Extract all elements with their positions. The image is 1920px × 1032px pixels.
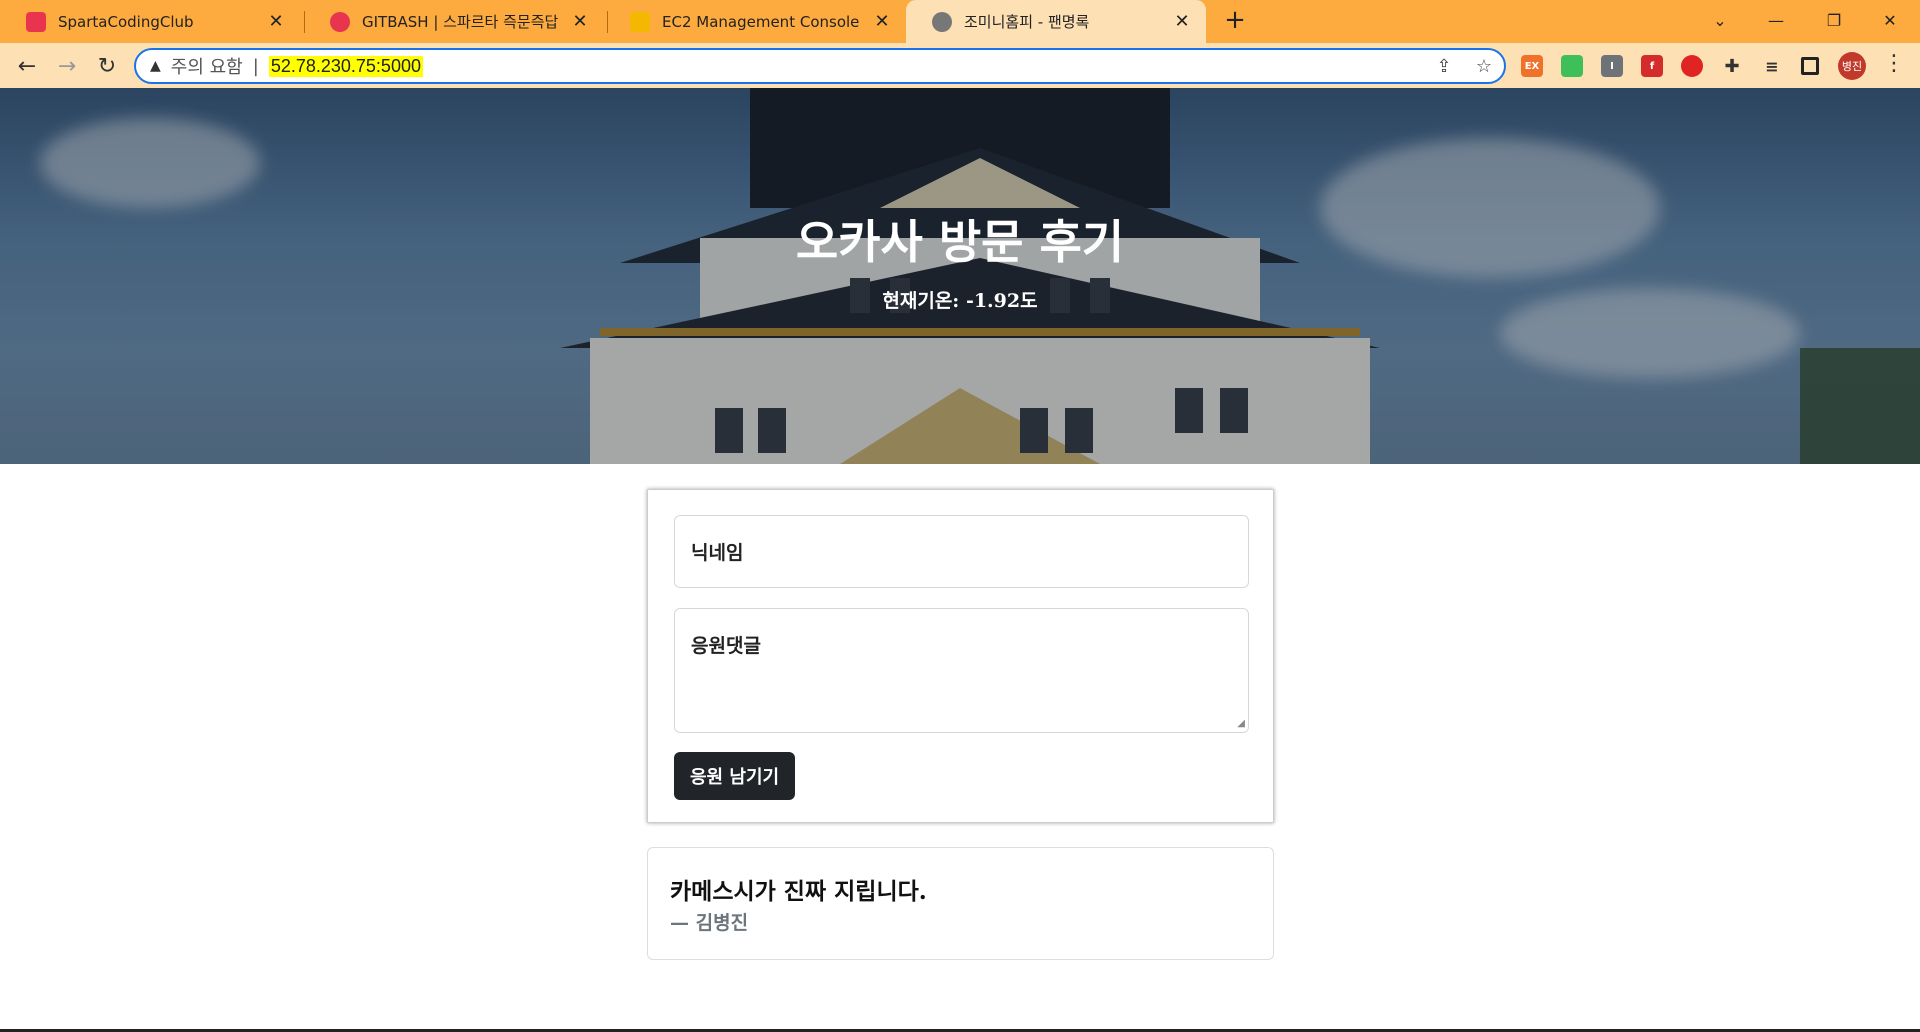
- separator: |: [252, 55, 259, 77]
- hero-overlay: [0, 88, 1920, 464]
- close-icon[interactable]: ✕: [1172, 11, 1192, 32]
- temperature-text: 현재기온: -1.92도: [882, 290, 1038, 312]
- warning-icon[interactable]: ▲: [150, 58, 161, 74]
- adblock-extension-icon[interactable]: [1681, 55, 1703, 77]
- green-extension-icon[interactable]: [1561, 55, 1583, 77]
- tab-ec2[interactable]: EC2 Management Console ✕: [604, 0, 906, 43]
- tab-title: 조미니홈피 - 팬명록: [964, 13, 1090, 31]
- comment-form: 닉네임 응원댓글 ◢ 응원 남기기: [647, 489, 1274, 823]
- sparta-icon: [26, 11, 46, 32]
- comment-placeholder: 응원댓글: [691, 635, 761, 657]
- url-text[interactable]: 52.78.230.75:5000: [268, 55, 423, 77]
- back-button[interactable]: ←: [10, 49, 44, 83]
- restore-button[interactable]: ❐: [1806, 0, 1862, 40]
- aws-icon: [630, 11, 650, 32]
- comment-text: 카메스시가 진짜 지립니다.: [670, 878, 927, 905]
- security-label[interactable]: 주의 요함: [171, 53, 243, 79]
- minimize-button[interactable]: —: [1748, 0, 1804, 40]
- tab-gitbash[interactable]: GITBASH | 스파르타 즉문즉답 ✕: [304, 0, 604, 43]
- browser-toolbar: ← → ↻ ▲ 주의 요함 | 52.78.230.75:5000 ⇪ ☆ EX…: [0, 43, 1920, 88]
- tab-title: SpartaCodingClub: [58, 12, 194, 31]
- forward-button[interactable]: →: [50, 49, 84, 83]
- comment-author: — 김병진: [670, 912, 749, 934]
- close-icon[interactable]: ✕: [872, 11, 892, 32]
- new-tab-button[interactable]: +: [1220, 6, 1250, 36]
- close-window-button[interactable]: ✕: [1862, 0, 1918, 40]
- tab-search-button[interactable]: ⌄: [1692, 0, 1748, 40]
- flash-extension-icon[interactable]: f: [1641, 55, 1663, 77]
- profile-avatar[interactable]: 병진: [1838, 52, 1866, 80]
- media-icon[interactable]: ≡: [1761, 55, 1783, 77]
- submit-button[interactable]: 응원 남기기: [674, 752, 796, 800]
- address-bar[interactable]: ▲ 주의 요함 | 52.78.230.75:5000 ⇪ ☆: [134, 48, 1506, 84]
- puzzle-icon[interactable]: ✚: [1721, 55, 1743, 77]
- bookmark-star-icon[interactable]: ☆: [1472, 56, 1496, 80]
- globe-icon: [932, 11, 952, 32]
- tab-strip: SpartaCodingClub ✕ GITBASH | 스파르타 즉문즉답 ✕…: [0, 0, 1920, 43]
- heart-icon: [330, 11, 350, 32]
- comment-textarea[interactable]: 응원댓글 ◢: [674, 608, 1249, 733]
- tab-title: GITBASH | 스파르타 즉문즉답: [362, 13, 559, 31]
- reload-button[interactable]: ↻: [90, 49, 124, 83]
- share-icon[interactable]: ⇪: [1432, 56, 1456, 80]
- page-viewport: 오카사 방문 후기 현재기온: -1.92도 닉네임 응원댓글 ◢ 응원 남기기…: [0, 88, 1920, 1032]
- gray-extension-icon[interactable]: I: [1601, 55, 1623, 77]
- tab-sparta[interactable]: SpartaCodingClub ✕: [0, 0, 300, 43]
- sidepanel-icon[interactable]: [1801, 57, 1819, 75]
- tab-fanbook[interactable]: 조미니홈피 - 팬명록 ✕: [906, 0, 1206, 43]
- nickname-input[interactable]: 닉네임: [674, 515, 1249, 588]
- comment-card: 카메스시가 진짜 지립니다. — 김병진: [647, 847, 1274, 960]
- hero-banner: 오카사 방문 후기 현재기온: -1.92도: [0, 88, 1920, 464]
- ex-extension-icon[interactable]: EX: [1521, 55, 1543, 77]
- resize-handle-icon[interactable]: ◢: [1237, 718, 1245, 729]
- menu-icon[interactable]: ⋮: [1880, 51, 1908, 81]
- page-title: 오카사 방문 후기: [795, 215, 1125, 269]
- close-icon[interactable]: ✕: [570, 11, 590, 32]
- close-icon[interactable]: ✕: [266, 11, 286, 32]
- tab-title: EC2 Management Console: [662, 12, 860, 31]
